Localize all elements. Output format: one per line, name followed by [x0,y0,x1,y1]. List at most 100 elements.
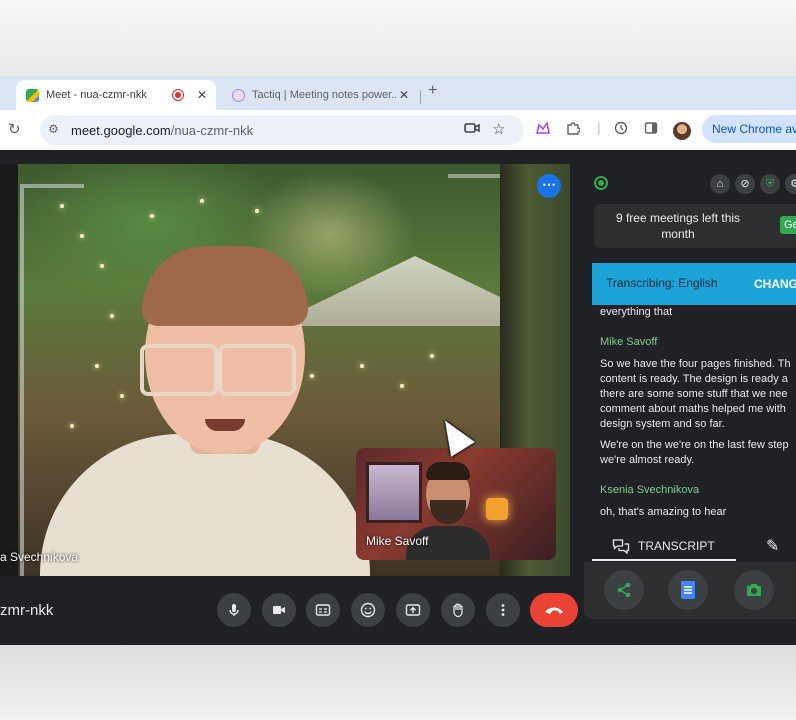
tactiq-header: ⌂ ⊘ ⛨ ⚙ [584,164,796,204]
end-call-button[interactable] [530,593,578,627]
tab-tactiq-title: Tactiq | Meeting notes power... [252,89,396,101]
tab-meet[interactable]: Meet - nua-czmr-nkk ✕ [16,80,216,110]
browser-tab-strip: Meet - nua-czmr-nkk ✕ Tactiq | Meeting n… [0,76,796,110]
background-top [0,0,796,78]
transcribing-banner: Transcribing: English CHANG [592,263,796,305]
camera-in-use-icon[interactable] [464,121,480,138]
share-icon [617,582,631,598]
participant-body [40,434,370,576]
tab-tactiq-close-icon[interactable]: ✕ [396,88,412,102]
transcript-line: comment about maths helped me with [600,403,786,415]
pip-participant-hair [426,462,470,480]
transcript-paragraph: We're on the we're on the last few step w… [600,438,796,468]
bookmark-star-icon[interactable]: ☆ [492,120,505,138]
transcript-line: everything that [600,306,673,318]
transcript-line: We're on the we're on the last few step [600,439,789,451]
change-language-button[interactable]: CHANG [754,277,796,291]
address-bar[interactable]: ⚙ meet.google.com/nua-czmr-nkk ☆ [40,115,524,145]
transcribing-language: Transcribing: English [606,276,718,290]
screenshot-button[interactable] [734,570,774,610]
emoji-icon [360,602,376,618]
video-letterbox-left [0,164,18,576]
background-bottom [0,645,796,720]
participant-hair [142,246,308,326]
recording-icon [172,89,184,101]
more-vert-icon [501,604,505,616]
google-docs-button[interactable] [668,570,708,610]
transcript-line: So we have the four pages finished. Th [600,358,791,370]
free-meetings-text: 9 free meetings left this month [615,211,741,241]
google-docs-icon [681,581,695,599]
no-translate-icon[interactable]: ⊘ [735,174,755,194]
settings-gear-icon[interactable]: ⚙ [785,174,796,194]
transcript-speaker: Ksenia Svechnikova [600,484,700,496]
pip-background-window [366,462,422,523]
tactiq-favicon-icon [232,88,245,102]
new-chrome-available-button[interactable]: New Chrome av [702,115,796,143]
meet-favicon-icon [26,88,39,102]
participant-glasses-left [140,344,218,396]
transcript-line: oh, that's amazing to hear [600,506,727,518]
transcript-line: design system and so far. [600,418,725,430]
present-icon [405,604,421,616]
tab-separator [420,90,421,104]
transcript-paragraph: oh, that's amazing to hear [600,505,796,520]
shield-icon[interactable]: ⛨ [760,174,780,194]
url-host: meet.google.com [71,123,171,138]
camera-button[interactable] [262,593,296,627]
emoji-button[interactable] [351,593,385,627]
side-panel-icon[interactable] [644,121,658,138]
captions-button[interactable] [306,593,340,627]
tab-transcript[interactable]: TRANSCRIPT [612,538,715,554]
tactiq-panel: ⌂ ⊘ ⛨ ⚙ 9 free meetings left this month … [584,164,796,619]
panel-tabs: TRANSCRIPT ✎ [584,534,796,562]
tab-tactiq[interactable]: Tactiq | Meeting notes power... ✕ [222,80,418,110]
more-options-icon[interactable]: ⋯ [537,174,561,198]
get-pro-button[interactable]: Ge [780,216,796,234]
tab-transcript-label: TRANSCRIPT [638,539,715,553]
site-settings-icon[interactable]: ⚙ [48,122,59,136]
more-actions-button[interactable] [486,593,520,627]
camera-icon [273,606,285,614]
transcript-line: there are some some stuff that we nee [600,388,788,400]
self-view-tile[interactable]: Mike Savoff [356,448,556,560]
panel-actions [584,562,796,619]
tactiq-extension-icon[interactable] [535,121,551,138]
end-call-icon [545,607,563,614]
participant-glasses-right [218,344,296,396]
free-meetings-notice: 9 free meetings left this month Ge [594,204,796,248]
history-icon[interactable] [614,121,628,138]
participant-mouth [205,419,245,431]
browser-toolbar: ↻ ⚙ meet.google.com/nua-czmr-nkk ☆ | New… [0,110,796,150]
transcript-speaker: Mike Savoff [600,336,658,348]
pip-participant-beard [430,500,466,524]
share-button[interactable] [604,570,644,610]
transcript-line: content is ready. The design is ready a [600,373,788,385]
recording-status-icon [594,176,608,190]
meeting-code: zmr-nkk [0,602,54,619]
pip-participant-name: Mike Savoff [366,534,429,548]
transcript-paragraph: everything that [600,305,796,320]
edit-pencil-icon[interactable]: ✎ [766,536,779,556]
tab-meet-title: Meet - nua-czmr-nkk [46,89,147,101]
active-tab-indicator [592,559,736,561]
new-tab-icon[interactable]: + [428,82,437,100]
transcript-icon [612,539,630,554]
main-participant-name: a Svechnikova [0,550,79,564]
url-text: meet.google.com/nua-czmr-nkk [71,123,253,138]
raise-hand-button[interactable] [441,593,475,627]
transcript-line: we're almost ready. [600,454,695,466]
pip-background-fireplace [486,498,508,520]
reload-icon[interactable]: ↻ [8,120,21,138]
extensions-puzzle-icon[interactable] [566,121,581,138]
present-button[interactable] [396,593,430,627]
mic-button[interactable] [217,593,251,627]
profile-avatar[interactable] [673,122,691,140]
captions-icon [315,604,331,616]
raise-hand-icon [453,603,463,618]
transcript-paragraph: So we have the four pages finished. Th co… [600,357,796,432]
camera-screenshot-icon [747,584,761,596]
tab-meet-close-icon[interactable]: ✕ [194,88,210,102]
toolbar-divider: | [597,119,601,135]
home-icon[interactable]: ⌂ [710,174,730,194]
